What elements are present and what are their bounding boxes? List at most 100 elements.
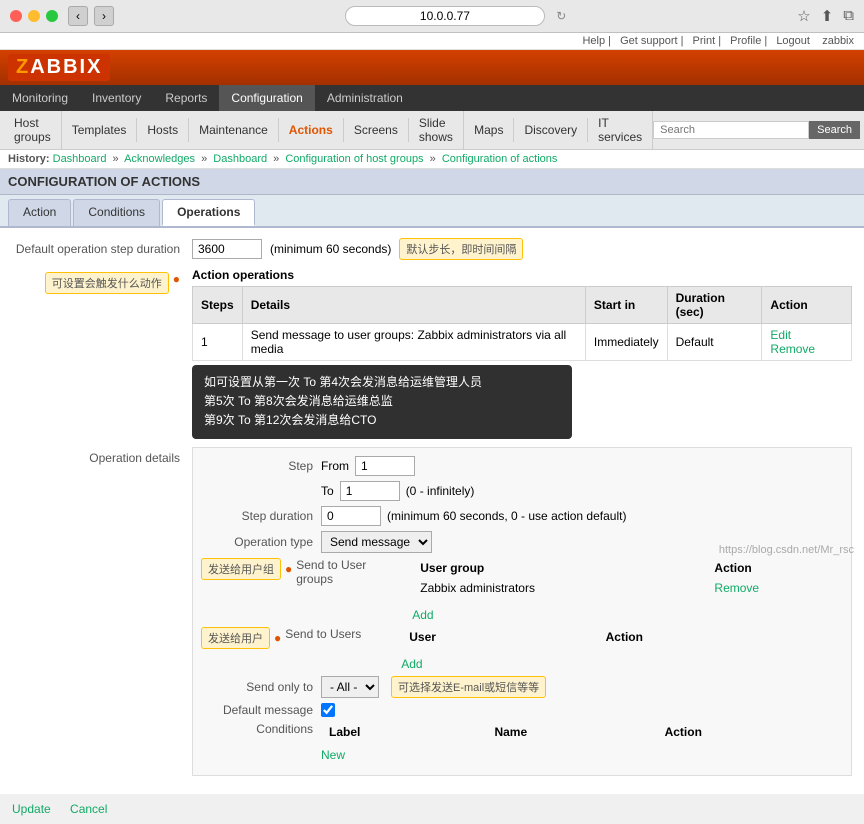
subnav-slide-shows[interactable]: Slide shows bbox=[409, 111, 464, 149]
operation-details-row: Operation details Step From To bbox=[12, 447, 852, 776]
remove-op-link[interactable]: Remove bbox=[770, 342, 815, 356]
table-row: 1 Send message to user groups: Zabbix ad… bbox=[193, 324, 852, 361]
zabbix-header: ZABBIX bbox=[0, 50, 864, 85]
minimize-button[interactable] bbox=[28, 10, 40, 22]
breadcrumb-config-host-groups[interactable]: Configuration of host groups bbox=[285, 153, 423, 165]
col-duration: Duration (sec) bbox=[667, 287, 762, 324]
step-duration-input[interactable] bbox=[321, 506, 381, 526]
default-step-hint: (minimum 60 seconds) bbox=[270, 242, 391, 256]
address-bar[interactable]: 10.0.0.77 bbox=[345, 6, 545, 26]
nav-monitoring[interactable]: Monitoring bbox=[0, 85, 80, 111]
subnav-discovery[interactable]: Discovery bbox=[514, 118, 588, 142]
subnav-templates[interactable]: Templates bbox=[62, 118, 138, 142]
help-link[interactable]: Help bbox=[582, 35, 605, 47]
to-label: To bbox=[321, 484, 334, 498]
subnav-it-services[interactable]: IT services bbox=[588, 111, 653, 149]
forward-button[interactable]: › bbox=[94, 6, 114, 26]
row-start-in: Immediately bbox=[585, 324, 667, 361]
search-input[interactable] bbox=[653, 121, 809, 139]
help-bar: Help | Get support | Print | Profile | L… bbox=[0, 33, 864, 50]
row-details: Send message to user groups: Zabbix admi… bbox=[242, 324, 585, 361]
breadcrumb-dashboard[interactable]: Dashboard bbox=[53, 153, 107, 165]
profile-link[interactable]: Profile bbox=[730, 35, 761, 47]
users-table: User Action bbox=[401, 627, 843, 647]
edit-op-link[interactable]: Edit bbox=[770, 328, 791, 342]
ug-add-link[interactable]: Add bbox=[412, 608, 433, 622]
send-to-users-row: 发送给用户 ● Send to Users User Action bbox=[201, 627, 843, 671]
default-message-label: Default message bbox=[201, 703, 321, 717]
ug-col-action: Action bbox=[706, 558, 843, 578]
new-tab-icon[interactable]: ⧉ bbox=[843, 7, 854, 25]
nav-inventory[interactable]: Inventory bbox=[80, 85, 153, 111]
col-steps: Steps bbox=[193, 287, 243, 324]
send-to-groups-row: 发送给用户组 ● Send to User groups User group … bbox=[201, 558, 843, 622]
breadcrumb: History: Dashboard » Acknowledges » Dash… bbox=[0, 150, 864, 169]
step-to-input[interactable] bbox=[340, 481, 400, 501]
bookmark-icon[interactable]: ☆ bbox=[797, 7, 810, 25]
send-only-select[interactable]: - All - bbox=[321, 676, 379, 698]
nav-administration[interactable]: Administration bbox=[315, 85, 415, 111]
cancel-button[interactable]: Cancel bbox=[70, 802, 107, 816]
u-col-user: User bbox=[401, 627, 597, 647]
default-step-row: Default operation step duration (minimum… bbox=[12, 238, 852, 260]
ops-table: Steps Details Start in Duration (sec) Ac… bbox=[192, 286, 852, 361]
zabbix-logo: ZABBIX bbox=[8, 54, 110, 81]
breadcrumb-config-actions[interactable]: Configuration of actions bbox=[442, 153, 558, 165]
subnav-maintenance[interactable]: Maintenance bbox=[189, 118, 279, 142]
row-duration: Default bbox=[667, 324, 762, 361]
bottom-actions: Update Cancel bbox=[0, 794, 864, 824]
breadcrumb-acknowledges[interactable]: Acknowledges bbox=[124, 153, 195, 165]
tab-conditions[interactable]: Conditions bbox=[73, 199, 160, 226]
breadcrumb-dashboard2[interactable]: Dashboard bbox=[213, 153, 267, 165]
default-step-input[interactable] bbox=[192, 239, 262, 259]
duration-hint: (minimum 60 seconds, 0 - use action defa… bbox=[387, 509, 626, 523]
get-support-link[interactable]: Get support bbox=[620, 35, 677, 47]
section-title: CONFIGURATION OF ACTIONS bbox=[0, 169, 864, 195]
subnav-screens[interactable]: Screens bbox=[344, 118, 409, 142]
step-from-input[interactable] bbox=[355, 456, 415, 476]
tooltip-text: 如可设置从第一次 To 第4次会发消息给运维管理人员第5次 To 第8次会发消息… bbox=[204, 373, 560, 431]
subnav-host-groups[interactable]: Host groups bbox=[4, 111, 62, 149]
tab-action[interactable]: Action bbox=[8, 199, 71, 226]
op-type-select[interactable]: Send message bbox=[321, 531, 432, 553]
ug-remove-link[interactable]: Remove bbox=[714, 581, 759, 595]
tab-operations[interactable]: Operations bbox=[162, 199, 255, 226]
subnav-hosts[interactable]: Hosts bbox=[137, 118, 189, 142]
u-col-action: Action bbox=[598, 627, 843, 647]
traffic-lights[interactable] bbox=[10, 10, 58, 22]
default-message-checkbox[interactable] bbox=[321, 703, 335, 717]
print-link[interactable]: Print bbox=[693, 35, 716, 47]
close-button[interactable] bbox=[10, 10, 22, 22]
user-groups-table: User group Action Zabbix administrators … bbox=[412, 558, 843, 598]
share-icon[interactable]: ⬆ bbox=[821, 7, 834, 25]
default-step-annotation: 默认步长，即时间间隔 bbox=[399, 238, 523, 260]
send-only-to-row: Send only to - All - 可选择发送E-mail或短信等等 bbox=[201, 676, 843, 698]
current-user: zabbix bbox=[822, 35, 854, 47]
search-area: Search bbox=[653, 121, 860, 139]
step-duration-row: Step duration (minimum 60 seconds, 0 - u… bbox=[201, 506, 843, 526]
step-label: Step bbox=[201, 459, 321, 473]
cond-col-name: Name bbox=[486, 722, 656, 742]
col-start-in: Start in bbox=[585, 287, 667, 324]
cond-col-label: Label bbox=[321, 722, 486, 742]
back-button[interactable]: ‹ bbox=[68, 6, 88, 26]
main-nav: Monitoring Inventory Reports Configurati… bbox=[0, 85, 864, 111]
logout-link[interactable]: Logout bbox=[776, 35, 810, 47]
conditions-table: Label Name Action bbox=[321, 722, 843, 742]
annotation-send-only: 可选择发送E-mail或短信等等 bbox=[391, 676, 546, 698]
cond-new-link[interactable]: New bbox=[321, 748, 345, 762]
action-operations-row: 可设置会触发什么动作 ● Action operations Steps Det… bbox=[12, 268, 852, 439]
search-button[interactable]: Search bbox=[809, 121, 860, 139]
nav-configuration[interactable]: Configuration bbox=[219, 85, 314, 111]
subnav-actions[interactable]: Actions bbox=[279, 118, 344, 142]
operation-details-label: Operation details bbox=[12, 447, 192, 465]
default-message-row: Default message bbox=[201, 703, 843, 717]
maximize-button[interactable] bbox=[46, 10, 58, 22]
step-to-row: To (0 - infinitely) bbox=[201, 481, 843, 501]
annotation-users: 发送给用户 bbox=[201, 627, 270, 649]
refresh-icon[interactable]: ↻ bbox=[556, 9, 566, 23]
nav-reports[interactable]: Reports bbox=[153, 85, 219, 111]
update-button[interactable]: Update bbox=[12, 802, 51, 816]
u-add-link[interactable]: Add bbox=[401, 657, 422, 671]
subnav-maps[interactable]: Maps bbox=[464, 118, 514, 142]
